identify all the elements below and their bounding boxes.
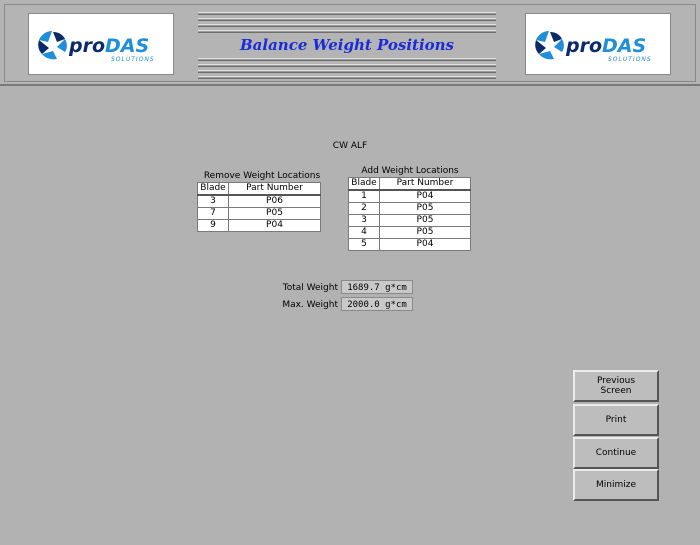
column-header-blade: Blade — [197, 182, 229, 196]
add-table-title: Add Weight Locations — [361, 166, 459, 176]
previous-screen-button[interactable]: Previous Screen — [573, 370, 659, 402]
blade-cell: 7 — [197, 207, 229, 220]
table-row[interactable]: 9 P04 — [197, 219, 321, 232]
blade-cell: 2 — [348, 202, 380, 215]
blade-cell: 9 — [197, 219, 229, 232]
header-stripe — [198, 76, 496, 79]
logo-sub-text: SOLUTIONS — [608, 56, 652, 63]
table-row[interactable]: 7 P05 — [197, 207, 321, 220]
minimize-button[interactable]: Minimize — [573, 469, 659, 501]
table-row[interactable]: 3 P06 — [197, 194, 321, 208]
table-row[interactable]: 1 P04 — [348, 189, 471, 203]
logo-das-text: DAS — [105, 35, 150, 57]
logo-pro-text: pro — [69, 35, 106, 57]
part-cell: P05 — [379, 226, 471, 239]
header-stripe — [198, 12, 496, 15]
prodas-logo-right: proDAS SOLUTIONS — [525, 13, 671, 75]
part-cell: P05 — [379, 214, 471, 227]
logo-pro-text: pro — [566, 35, 603, 57]
blade-cell: 5 — [348, 238, 380, 251]
continue-button[interactable]: Continue — [573, 437, 659, 469]
header-stripe — [198, 64, 496, 67]
total-weight-value: 1689.7 g*cm — [341, 280, 413, 294]
remove-table-title: Remove Weight Locations — [203, 171, 321, 181]
blade-cell: 4 — [348, 226, 380, 239]
part-cell: P04 — [379, 189, 471, 203]
add-weight-table: Blade Part Number 1 P04 2 P05 3 P05 4 P0… — [348, 177, 471, 251]
table-row[interactable]: 3 P05 — [348, 214, 471, 227]
header-stripe — [198, 70, 496, 73]
logo-das-text: DAS — [602, 35, 647, 57]
print-button[interactable]: Print — [573, 404, 659, 436]
header-stripe — [198, 18, 496, 21]
prodas-logo-left: proDAS SOLUTIONS — [28, 13, 174, 75]
header-bar: proDAS SOLUTIONS Balance Weight Position… — [0, 0, 700, 86]
max-weight-label: Max. Weight — [282, 300, 338, 310]
table-row[interactable]: 2 P05 — [348, 202, 471, 215]
column-header-blade: Blade — [348, 177, 380, 191]
mode-label: CW ALF — [332, 141, 368, 151]
header-stripe — [198, 30, 496, 33]
blade-cell: 1 — [348, 189, 380, 203]
header-stripe — [198, 58, 496, 61]
logo-sub-text: SOLUTIONS — [111, 56, 155, 63]
max-weight-value: 2000.0 g*cm — [341, 297, 413, 311]
total-weight-label: Total Weight — [282, 283, 338, 293]
part-cell: P04 — [228, 219, 321, 232]
part-cell: P06 — [228, 194, 321, 208]
table-row[interactable]: 4 P05 — [348, 226, 471, 239]
part-cell: P05 — [228, 207, 321, 220]
column-header-part-number: Part Number — [228, 182, 321, 196]
page-title: Balance Weight Positions — [239, 36, 455, 54]
header-stripe — [198, 24, 496, 27]
part-cell: P05 — [379, 202, 471, 215]
part-cell: P04 — [379, 238, 471, 251]
column-header-part-number: Part Number — [379, 177, 471, 191]
blade-cell: 3 — [197, 194, 229, 208]
blade-cell: 3 — [348, 214, 380, 227]
remove-weight-table: Blade Part Number 3 P06 7 P05 9 P04 — [197, 182, 321, 232]
table-row[interactable]: 5 P04 — [348, 238, 471, 251]
